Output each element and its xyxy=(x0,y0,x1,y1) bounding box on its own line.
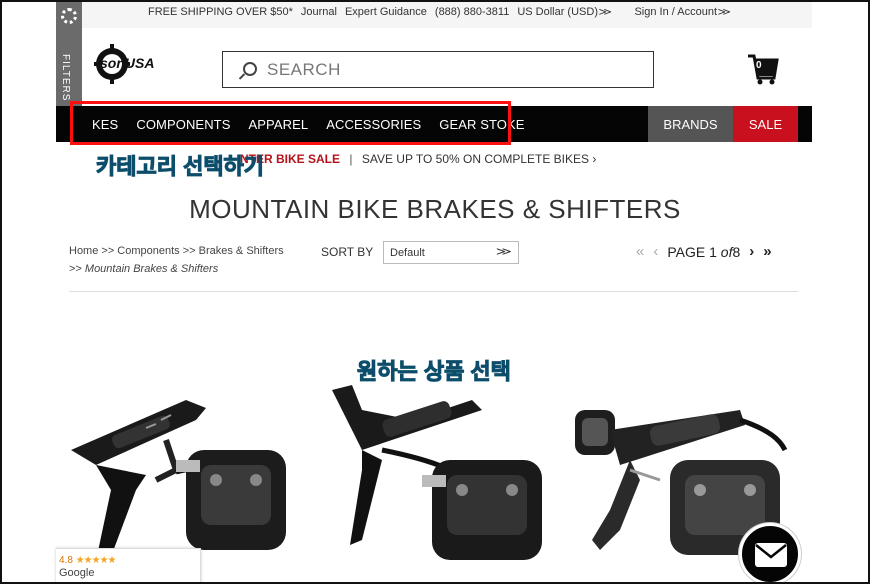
promo-separator: | xyxy=(349,152,353,166)
product-image-slx[interactable] xyxy=(322,380,542,580)
prev-page-icon[interactable]: ‹ xyxy=(653,243,658,260)
annotation-select-category: 카테고리 선택하기 xyxy=(95,154,265,180)
pagination: « ‹ PAGE 1 of8 › » xyxy=(636,243,772,260)
cart-count: 0 xyxy=(756,60,762,71)
rating-score: 4.8 xyxy=(59,555,73,566)
sale-button[interactable]: SALE xyxy=(733,106,798,142)
chat-button[interactable] xyxy=(739,523,801,584)
google-rating-badge[interactable]: 4.8 ★★★★★ Google xyxy=(56,548,201,584)
currency-label: US Dollar (USD) xyxy=(517,6,598,18)
search-box[interactable] xyxy=(222,51,654,88)
chevron-down-icon: ≫ xyxy=(598,7,613,18)
promo-text: SAVE UP TO 50% ON COMPLETE BIKES xyxy=(361,152,590,166)
rating-provider: Google xyxy=(59,567,95,579)
search-icon[interactable] xyxy=(233,55,263,85)
promo-banner[interactable]: NTER BIKE SALE | SAVE UP TO 50% ON COMPL… xyxy=(240,152,596,166)
page-title: MOUNTAIN BIKE BRAKES & SHIFTERS xyxy=(189,194,681,224)
page-word: PAGE xyxy=(667,243,706,260)
total-pages: 8 xyxy=(732,243,741,260)
star-icons: ★★★★★ xyxy=(75,555,117,566)
first-page-icon[interactable]: « xyxy=(636,243,644,260)
journal-link[interactable]: Journal xyxy=(301,6,337,18)
gear-icon xyxy=(61,8,77,24)
search-input[interactable] xyxy=(267,59,647,80)
utility-bar: FREE SHIPPING OVER $50* Journal Expert G… xyxy=(56,0,812,28)
next-page-icon[interactable]: › xyxy=(749,243,754,260)
account-label: Sign In / Account xyxy=(634,6,718,18)
cart-icon xyxy=(748,54,779,85)
current-page: 1 xyxy=(709,243,717,260)
expert-guidance-link[interactable]: Expert Guidance xyxy=(345,6,427,18)
sort-label: SORT BY xyxy=(321,245,374,259)
logo-text: sonUSA xyxy=(100,55,155,71)
envelope-icon xyxy=(755,543,787,567)
free-shipping-link[interactable]: FREE SHIPPING OVER $50* xyxy=(148,6,293,18)
phone-number[interactable]: (888) 880-3811 xyxy=(435,6,509,18)
chevron-down-icon: ≫ xyxy=(717,7,732,18)
last-page-icon[interactable]: » xyxy=(763,243,771,260)
filters-label: FILTERS xyxy=(60,54,71,102)
breadcrumb: Home >> Components >> Brakes & Shifters … xyxy=(69,242,309,278)
breadcrumb-path[interactable]: Home >> Components >> Brakes & Shifters xyxy=(69,242,309,260)
divider xyxy=(69,291,798,292)
chevron-down-icon: ≫ xyxy=(496,246,513,258)
cart-button[interactable]: 0 xyxy=(746,52,780,86)
account-menu[interactable]: Sign In / Account≫ xyxy=(634,6,732,18)
currency-selector[interactable]: US Dollar (USD)≫ xyxy=(517,6,613,18)
page-indicator: PAGE 1 of8 xyxy=(667,244,740,260)
sort-selected-value: Default xyxy=(390,247,425,259)
sort-select[interactable]: Default ≫ xyxy=(383,241,519,264)
breadcrumb-prefix: >> xyxy=(69,263,85,275)
brands-button[interactable]: BRANDS xyxy=(648,106,733,142)
category-highlight-box xyxy=(70,101,511,145)
promo-arrow-icon: › xyxy=(592,152,597,166)
page-of: of xyxy=(720,243,733,260)
breadcrumb-current: Mountain Brakes & Shifters xyxy=(84,263,219,275)
